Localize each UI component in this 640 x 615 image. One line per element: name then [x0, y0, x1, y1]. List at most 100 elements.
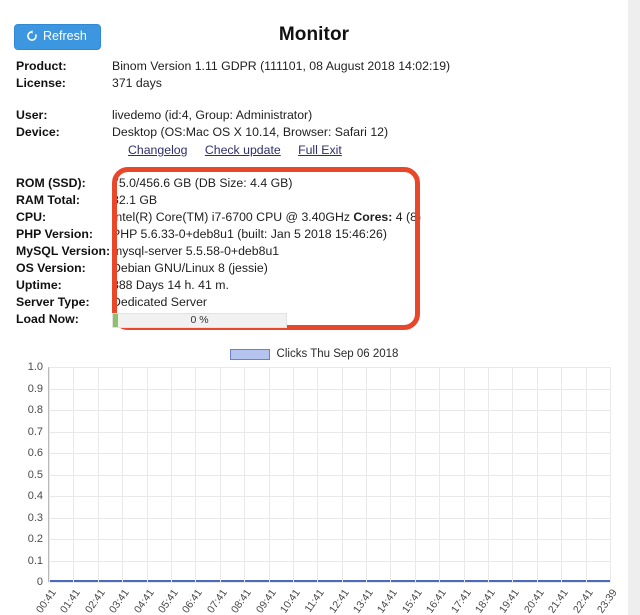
chart-x-tick-label: 18:41 [472, 587, 498, 615]
system-row-os: OS Version: Debian GNU/Linux 8 (jessie) [0, 260, 628, 277]
system-info-section: ROM (SSD): 75.0/456.6 GB (DB Size: 4.4 G… [0, 167, 628, 330]
system-label-server-type: Server Type: [16, 295, 90, 309]
chart-y-tick-label: 0.6 [27, 447, 43, 459]
legend-swatch-clicks [229, 348, 270, 360]
full-exit-link[interactable]: Full Exit [298, 143, 342, 157]
chart-gridline-v [463, 367, 465, 582]
chart-x-tick-label: 02:41 [82, 587, 108, 615]
chart-x-tick-label: 17:41 [448, 587, 474, 615]
system-row-ram: RAM Total: 32.1 GB [0, 192, 628, 209]
chart-y-tick-label: 0.4 [27, 490, 43, 502]
chart-x-tick-label: 05:41 [155, 587, 181, 615]
info-label-license: License: [16, 76, 66, 90]
chart-gridline-h [49, 496, 610, 497]
info-label-device: Device: [16, 125, 60, 139]
system-label-rom: ROM (SSD): [16, 176, 86, 190]
system-value-ram: 32.1 GB [112, 193, 158, 207]
chart-gridline-v [244, 367, 246, 582]
chart-gridline-v [317, 367, 319, 582]
chart-gridline-h [49, 431, 610, 433]
system-value-load: 0 % [112, 311, 287, 328]
chart-gridline-v [97, 367, 99, 582]
system-row-mysql: MySQL Version: mysql-server 5.5.58-0+deb… [0, 243, 628, 260]
check-update-link[interactable]: Check update [205, 143, 281, 157]
chart-gridline-v [488, 367, 490, 582]
chart-gridline-h [49, 582, 610, 583]
chart-x-tick-label: 21:41 [546, 587, 572, 615]
chart-gridline-h [49, 517, 610, 519]
chart-gridline-v [414, 367, 416, 582]
system-value-server-type: Dedicated Server [112, 295, 208, 309]
info-row-license: License: 371 days [0, 75, 628, 92]
info-row-user: User: livedemo (id:4, Group: Administrat… [0, 107, 628, 124]
cpu-cores-label: Cores: [353, 210, 393, 224]
chart-x-tick-label: 19:41 [497, 587, 523, 615]
clicks-chart: Clicks Thu Sep 06 2018 1.0 0.9 0.8 0.7 0.6 0.… [0, 345, 628, 615]
chart-x-tick-label: 15:41 [399, 587, 425, 615]
chart-y-tick-label: 1.0 [27, 361, 43, 373]
chart-gridline-v [366, 367, 368, 582]
system-value-cpu: Intel(R) Core(TM) i7-6700 CPU @ 3.40GHz … [112, 209, 421, 226]
chart-legend: Clicks Thu Sep 06 2018 [0, 345, 628, 363]
chart-x-tick-label: 08:41 [229, 587, 254, 615]
cpu-model: Intel(R) Core(TM) i7-6700 CPU @ 3.40GHz [112, 210, 354, 224]
system-label-load: Load Now: [16, 312, 79, 326]
chart-y-tick-label: 0.3 [27, 511, 43, 524]
chart-gridline-h [49, 453, 610, 454]
chart-x-tick-label: 07:41 [204, 587, 230, 615]
system-label-mysql: MySQL Version: [16, 244, 111, 258]
chart-y-tick-label: 0.5 [27, 468, 43, 481]
info-value-user: livedemo (id:4, Group: Administrator) [112, 108, 313, 122]
page-title: Monitor [278, 24, 350, 45]
legend-label-clicks: Clicks Thu Sep 06 2018 [276, 348, 399, 360]
system-value-mysql: mysql-server 5.5.58-0+deb8u1 [112, 244, 280, 258]
info-value-license: 371 days [112, 76, 162, 90]
chart-gridline-v [170, 367, 172, 582]
system-label-uptime: Uptime: [16, 278, 62, 292]
system-row-rom: ROM (SSD): 75.0/456.6 GB (DB Size: 4.4 G… [0, 175, 628, 192]
info-block: Product: Binom Version 1.11 GDPR (111101… [0, 58, 628, 159]
chart-gridline-v [536, 367, 538, 582]
chart-gridline-v [512, 367, 514, 582]
chart-gridline-v [439, 367, 441, 582]
chart-gridline-v [390, 367, 392, 582]
info-value-product: Binom Version 1.11 GDPR (111101, 08 Augu… [112, 59, 451, 73]
info-value-device: Desktop (OS:Mac OS X 10.14, Browser: Saf… [112, 125, 389, 139]
chart-x-tick-label: 10:41 [277, 587, 303, 615]
system-label-cpu: CPU: [16, 210, 47, 224]
chart-gridline-h [49, 539, 610, 540]
chart-x-tick-label: 13:41 [351, 587, 376, 615]
chart-x-tick-label: 16:41 [424, 587, 450, 615]
info-links: Changelog Check update Full Exit [0, 142, 628, 159]
chart-gridline-v [49, 367, 50, 582]
chart-gridline-v [195, 367, 197, 582]
chart-y-tick-label: 0.2 [27, 533, 43, 545]
system-row-cpu: CPU: Intel(R) Core(TM) i7-6700 CPU @ 3.4… [0, 209, 628, 226]
chart-gridline-h [49, 388, 610, 390]
chart-x-tick-label: 06:41 [180, 587, 206, 615]
chart-y-tick-label: 0.9 [27, 382, 43, 395]
monitor-page: Refresh Monitor Product: Binom Version 1… [0, 0, 628, 615]
chart-gridline-h [49, 474, 610, 476]
chart-x-tick-label: 22:41 [570, 587, 596, 615]
system-row-load: Load Now: 0 % [0, 311, 628, 328]
chart-x-tick-label: 12:41 [326, 587, 352, 615]
chart-x-tick-label: 11:41 [302, 587, 328, 615]
system-row-uptime: Uptime: 388 Days 14 h. 41 m. [0, 277, 628, 294]
chart-gridline-v [610, 367, 611, 582]
chart-y-tick-label: 0.1 [27, 554, 43, 567]
chart-x-tick-label: 01:41 [58, 587, 84, 615]
system-value-uptime: 388 Days 14 h. 41 m. [112, 278, 229, 292]
chart-gridline-v [146, 367, 148, 582]
chart-x-tick-label: 09:41 [253, 587, 279, 615]
chart-x-tick-label: 04:41 [131, 587, 157, 615]
chart-x-tick-label: 03:41 [107, 587, 133, 615]
chart-gridline-v [585, 367, 587, 582]
chart-gridline-h [49, 410, 610, 411]
system-label-php: PHP Version: [16, 227, 93, 241]
changelog-link[interactable]: Changelog [128, 143, 188, 157]
system-label-ram: RAM Total: [16, 193, 80, 207]
chart-gridline-v [561, 367, 563, 582]
chart-y-tick-label: 0.8 [27, 404, 43, 416]
